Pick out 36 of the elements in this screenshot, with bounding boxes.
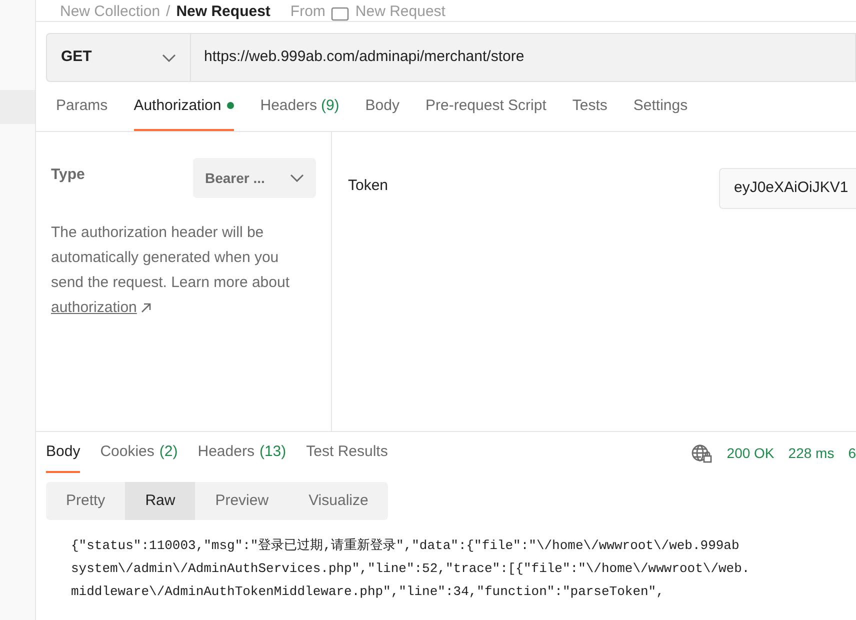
tab[interactable]: Body: [365, 94, 400, 131]
from-label: From: [290, 3, 326, 21]
globe-lock-icon[interactable]: [690, 444, 713, 464]
tab[interactable]: Body: [46, 440, 80, 473]
auth-description: The authorization header will be automatically generated when you send the request. Learn more about authorization: [51, 223, 290, 318]
type-label: Type: [51, 165, 85, 185]
tab[interactable]: Test Results: [306, 440, 388, 473]
view-mode-tab[interactable]: Raw: [125, 482, 196, 520]
tab[interactable]: Authorization: [134, 94, 234, 131]
external-link-icon: [141, 303, 152, 314]
source-request-name: New Request: [355, 3, 446, 21]
response-body-line: system\/admin\/AdminAuthServices.php","line":52,"trace":[{"file":"\/home\/wwwroot\/web.: [71, 560, 750, 578]
tab[interactable]: Headers (9): [260, 94, 340, 131]
tab[interactable]: Cookies (2): [100, 440, 178, 473]
token-label: Token: [348, 176, 388, 196]
request-icon: [331, 7, 350, 21]
view-mode-tab[interactable]: Preview: [195, 482, 289, 520]
authorization-link[interactable]: authorization: [51, 299, 137, 316]
tab[interactable]: Pre-request Script: [426, 94, 546, 131]
response-time: 228 ms: [788, 444, 834, 463]
tab[interactable]: Headers (13): [198, 440, 286, 473]
response-body-line: middleware\/AdminAuthTokenMiddleware.php","line":34,"function":"parseToken",: [71, 583, 664, 601]
tab[interactable]: Settings: [633, 94, 688, 131]
auth-type-dropdown[interactable]: Bearer ...: [193, 158, 316, 198]
view-mode-tab[interactable]: Visualize: [288, 482, 388, 520]
tab[interactable]: Tests: [572, 94, 608, 131]
view-mode-tab[interactable]: Pretty: [46, 482, 126, 520]
breadcrumb-separator: /: [166, 3, 170, 21]
chevron-down-icon: [290, 174, 304, 182]
response-body-line: {"status":110003,"msg":"登录已过期,请重新登录","data":{"file":"\/home\/wwwroot\/web.999ab: [71, 537, 740, 555]
tab[interactable]: Params: [56, 94, 108, 131]
token-field[interactable]: eyJ0eXAiOiJKV1: [719, 168, 856, 209]
request-name: New Request: [176, 3, 270, 21]
response-size: 6: [848, 444, 856, 463]
breadcrumb-link[interactable]: New Collection: [60, 3, 160, 21]
status-code: 200 OK: [726, 444, 774, 463]
